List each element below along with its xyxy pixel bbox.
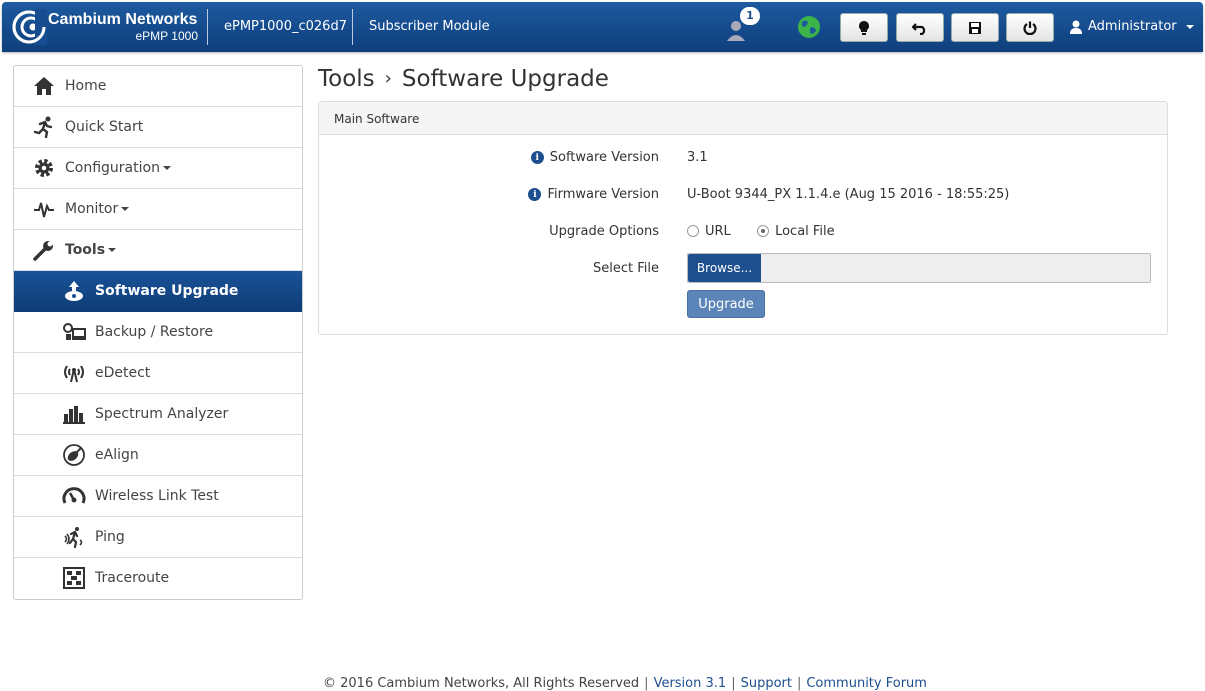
gear-icon [32, 157, 56, 179]
user-count-badge: 1 [740, 7, 760, 25]
copyright: © 2016 Cambium Networks, All Rights Rese… [323, 676, 640, 691]
select-file-label: Select File [593, 261, 659, 276]
home-icon [32, 75, 56, 97]
software-upgrade-icon [62, 280, 86, 302]
breadcrumb-parent[interactable]: Tools [318, 66, 375, 92]
sidebar-item-configuration[interactable]: Configuration [14, 148, 302, 189]
chevron-down-icon [108, 248, 117, 252]
breadcrumb-current: Software Upgrade [401, 66, 609, 92]
url-radio-label: URL [705, 224, 731, 239]
globe-icon[interactable] [796, 14, 822, 40]
sidebar-item-label: Software Upgrade [95, 283, 239, 299]
footer: © 2016 Cambium Networks, All Rights Rese… [323, 676, 927, 691]
sidebar-item-quick-start[interactable]: Quick Start [14, 107, 302, 148]
sidebar-item-ealign[interactable]: eAlign [14, 435, 302, 476]
chevron-down-icon [121, 207, 130, 211]
sidebar-item-home[interactable]: Home [14, 66, 302, 107]
device-mode: Subscriber Module [369, 19, 490, 34]
upgrade-options-label: Upgrade Options [549, 224, 659, 239]
runner-icon [32, 116, 56, 138]
traceroute-icon [62, 567, 86, 589]
lightbulb-icon [859, 20, 869, 35]
sidebar-item-label: Ping [95, 529, 125, 545]
sidebar-item-traceroute[interactable]: Traceroute [14, 558, 302, 599]
info-icon[interactable]: i [528, 188, 542, 201]
sidebar-item-label: Backup / Restore [95, 324, 214, 340]
sidebar-item-edetect[interactable]: eDetect [14, 353, 302, 394]
user-name: Administrator [1088, 19, 1177, 34]
sidebar-item-tools[interactable]: Tools [14, 230, 302, 271]
version-link[interactable]: Version 3.1 [654, 676, 727, 691]
local-file-radio[interactable] [757, 224, 770, 237]
browse-button[interactable]: Browse... [688, 254, 761, 282]
sidebar-item-wireless-link-test[interactable]: Wireless Link Test [14, 476, 302, 517]
gauge-icon [62, 485, 86, 507]
main-software-panel: Main Software i Software Version 3.1 i F… [318, 101, 1168, 335]
sidebar-item-label: Wireless Link Test [95, 488, 219, 504]
sidebar-item-ping[interactable]: Ping [14, 517, 302, 558]
page-title: Tools › Software Upgrade [318, 66, 609, 92]
sidebar-item-label: eDetect [95, 365, 151, 381]
support-link[interactable]: Support [741, 676, 792, 691]
edetect-icon [62, 362, 86, 384]
software-version-row: i Software Version 3.1 [319, 150, 1169, 170]
undo-icon [912, 22, 926, 35]
dish-icon [62, 444, 86, 466]
sidebar-item-software-upgrade[interactable]: Software Upgrade [14, 271, 302, 312]
chevron-down-icon [1185, 24, 1194, 29]
sidebar: Home Quick Start Configuration Monitor T… [13, 65, 303, 600]
backup-icon [62, 321, 86, 343]
sidebar-item-label: Configuration [65, 160, 160, 176]
url-radio[interactable] [687, 224, 699, 237]
software-version-label: Software Version [549, 150, 659, 165]
sidebar-item-label: Monitor [65, 201, 119, 217]
sidebar-item-label: Traceroute [95, 570, 170, 586]
save-icon [969, 21, 981, 34]
cambium-logo-icon [12, 9, 47, 45]
user-menu[interactable]: Administrator [1070, 19, 1194, 34]
help-button[interactable] [840, 13, 888, 42]
chevron-down-icon [162, 166, 171, 170]
chevron-right-icon: › [384, 68, 392, 89]
pulse-icon [32, 198, 56, 220]
sidebar-item-label: Tools [65, 242, 106, 258]
community-forum-link[interactable]: Community Forum [806, 676, 927, 691]
power-icon [1023, 21, 1037, 35]
top-bar: Cambium Networks ePMP 1000 ePMP1000_c026… [2, 2, 1203, 52]
undo-button[interactable] [896, 13, 944, 42]
brand-model: ePMP 1000 [135, 29, 199, 43]
sidebar-item-label: Quick Start [65, 119, 144, 135]
upgrade-options-row: Upgrade Options URL Local File [319, 224, 1169, 244]
sidebar-item-label: eAlign [95, 447, 139, 463]
local-file-radio-label: Local File [775, 224, 835, 239]
save-button[interactable] [951, 13, 999, 42]
firmware-version-value: U-Boot 9344_PX 1.1.4.e (Aug 15 2016 - 18… [687, 187, 1010, 202]
bar-chart-icon [62, 403, 86, 425]
brand-name: Cambium Networks [48, 11, 198, 28]
sidebar-item-monitor[interactable]: Monitor [14, 189, 302, 230]
sidebar-item-label: Home [65, 78, 107, 94]
upgrade-button[interactable]: Upgrade [687, 290, 765, 318]
header-divider [207, 9, 208, 45]
header-divider [352, 9, 353, 45]
file-input[interactable]: Browse... [687, 253, 1151, 283]
firmware-version-row: i Firmware Version U-Boot 9344_PX 1.1.4.… [319, 187, 1169, 207]
user-icon [1070, 20, 1082, 34]
sidebar-item-spectrum-analyzer[interactable]: Spectrum Analyzer [14, 394, 302, 435]
panel-title: Main Software [319, 102, 1167, 135]
sidebar-item-backup-restore[interactable]: Backup / Restore [14, 312, 302, 353]
device-name: ePMP1000_c026d7 [224, 19, 347, 34]
firmware-version-label: Firmware Version [547, 187, 659, 202]
sidebar-item-label: Spectrum Analyzer [95, 406, 229, 422]
info-icon[interactable]: i [530, 151, 544, 164]
wrench-icon [32, 239, 56, 261]
ping-icon [62, 526, 86, 548]
reboot-button[interactable] [1006, 13, 1054, 42]
software-version-value: 3.1 [687, 150, 708, 165]
